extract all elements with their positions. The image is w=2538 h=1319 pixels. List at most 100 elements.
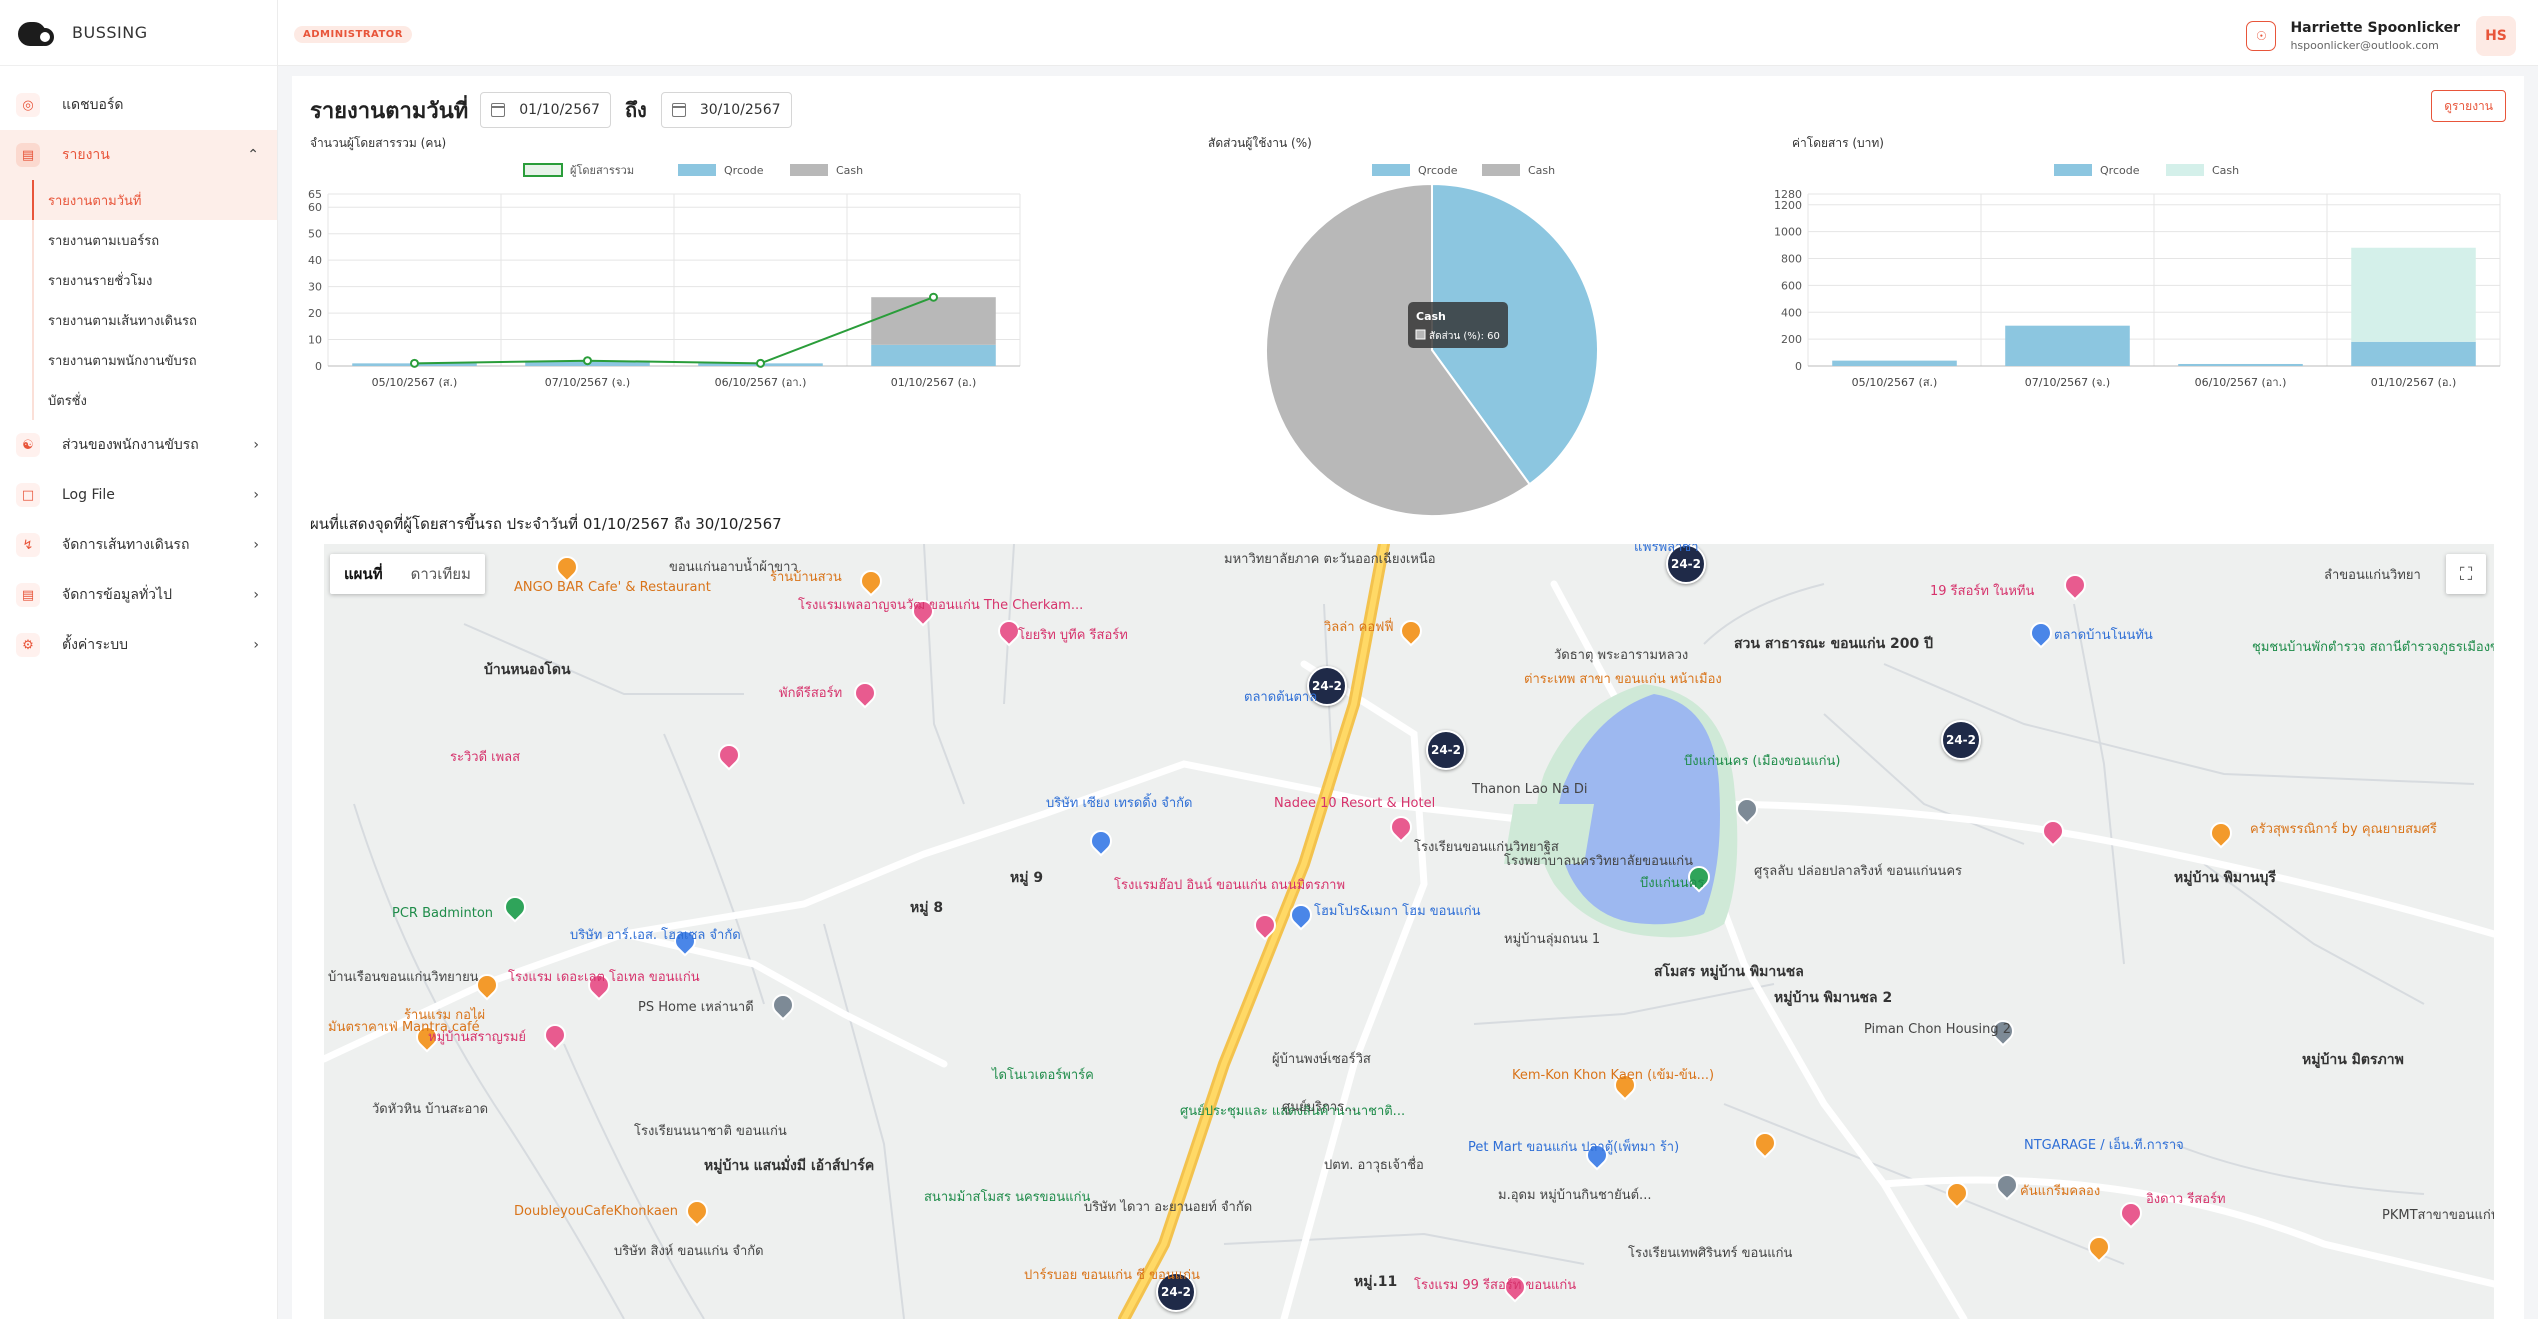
map-tab-satellite[interactable]: ดาวเทียม bbox=[397, 554, 485, 594]
map-place-label[interactable]: ต่าระเทพ สาขา ขอนแก่น หน้าเมือง bbox=[1524, 672, 1722, 688]
legend-swatch bbox=[1482, 164, 1520, 176]
map-place-label[interactable]: โรงแรมฮ๊อป อินน์ ขอนแก่น ถนนมิตรภาพ bbox=[1114, 878, 1345, 894]
user-menu[interactable]: ☉ Harriette Spoonlicker hspoonlicker@out… bbox=[2246, 16, 2516, 56]
map-place-label[interactable]: PKMTสาขาขอนแก่น (เติมน้ำมัน) bbox=[2382, 1208, 2494, 1224]
map-place-label[interactable]: หมู่.11 bbox=[1354, 1274, 1397, 1291]
map-place-label[interactable]: ศูรุลลับ ปล่อยปลาลริงห์ ขอนแก่นนคร bbox=[1754, 864, 1962, 880]
map-place-label[interactable]: โรงเรียนเทพศิรินทร์ ขอนแก่น bbox=[1628, 1246, 1792, 1262]
map-place-label[interactable]: โยยริท บูทีค รีสอร์ท bbox=[1018, 628, 1128, 644]
map-place-label[interactable]: DoubleyouCafeKhonkaen bbox=[514, 1204, 678, 1220]
map-place-label[interactable]: โฮมโปร&เมกา โฮม ขอนแก่น bbox=[1314, 904, 1481, 920]
map-place-label[interactable]: หมู่บ้าน พิมานบุรี bbox=[2174, 870, 2276, 887]
map[interactable]: แผนที่ ดาวเทียม ⛶ 24-2 24-2 24-2 24-2 24… bbox=[324, 544, 2494, 1319]
map-place-label[interactable]: Thanon Lao Na Di bbox=[1472, 782, 1587, 798]
map-place-label[interactable]: ชุมชนบ้านพักตำรวจ สถานีตำรวจภูธรเมืองขอน… bbox=[2252, 640, 2494, 656]
ratio-chart-title: สัดส่วนผู้ใช้งาน (%) bbox=[1208, 136, 1312, 150]
map-place-label[interactable]: หมู่บ้าน แสนมั่งมี เอ้าส์ปาร์ค bbox=[704, 1158, 874, 1175]
map-place-label[interactable]: ปาร์รบอย ขอนแก่น ชี ขอนแก่น bbox=[1024, 1268, 1200, 1284]
map-place-label[interactable]: Kem-Kon Khon Kaen (เข้ม-ข้น...) bbox=[1512, 1068, 1714, 1084]
sidebar-item-log-file[interactable]: □ Log File › bbox=[0, 470, 277, 520]
sidebar-item-route-management[interactable]: ↯ จัดการเส้นทางเดินรถ › bbox=[0, 520, 277, 570]
sidebar-subitem-report-by-driver[interactable]: รายงานตามพนักงานขับรถ bbox=[0, 340, 277, 380]
map-type-toggle[interactable]: แผนที่ ดาวเทียม bbox=[330, 554, 485, 594]
map-place-label[interactable]: มหาวิทยาลัยภาค ตะวันออกเฉียงเหนือ bbox=[1224, 552, 1436, 568]
map-place-label[interactable]: โรงแรม 99 รีสอร์ท ขอนแก่น bbox=[1414, 1278, 1576, 1294]
map-place-label[interactable]: ม.อุดม หมู่บ้านกินชายันต์... bbox=[1498, 1188, 1651, 1204]
map-place-label[interactable]: ลำขอนแก่นวิทยา bbox=[2324, 568, 2421, 584]
map-place-label[interactable]: ระวิวดี เพลส bbox=[450, 750, 520, 766]
map-place-label[interactable]: หมู่ 8 bbox=[910, 900, 943, 917]
map-place-label[interactable]: ตลาดบ้านโนนทัน bbox=[2054, 628, 2153, 644]
y-tick-label: 60 bbox=[308, 201, 322, 214]
map-place-label[interactable]: หมู่บ้านลุ่มถนน 1 bbox=[1504, 932, 1600, 948]
brand[interactable]: BUSSING bbox=[0, 0, 277, 66]
map-place-label[interactable]: บ้านเรือนขอนแก่นวิทยายน bbox=[328, 970, 479, 986]
sidebar-subitem-report-hourly[interactable]: รายงานรายชั่วโมง bbox=[0, 260, 277, 300]
map-place-label[interactable]: บ้านหนองโดน bbox=[484, 662, 571, 679]
sidebar-item-settings[interactable]: ⚙ ตั้งค่าระบบ › bbox=[0, 620, 277, 670]
map-place-label[interactable]: ศูนย์บริการ... bbox=[1282, 1100, 1357, 1116]
map-place-label[interactable]: 19 รีสอร์ท ในหทีน bbox=[1930, 584, 2034, 600]
map-place-label[interactable]: บริษัท สิงห์ ขอนแก่น จำกัด bbox=[614, 1244, 764, 1260]
map-place-label[interactable]: Piman Chon Housing 2 bbox=[1864, 1022, 2011, 1038]
map-place-label[interactable]: บริษัท ไดวา อะยานอยท์ จำกัด bbox=[1084, 1200, 1252, 1216]
route-icon: ↯ bbox=[16, 533, 40, 557]
map-place-label[interactable]: โรงพยาบาลนครวิทยาลัยขอนแก่น bbox=[1504, 854, 1693, 870]
map-place-label[interactable]: PS Home เหล่านาดี bbox=[638, 1000, 754, 1016]
map-place-label[interactable]: วิลล่า คอฟฟี่ bbox=[1324, 620, 1394, 636]
settings-icon[interactable]: ☉ bbox=[2246, 21, 2277, 51]
map-place-label[interactable]: ANGO BAR Cafe' & Restaurant bbox=[514, 580, 711, 596]
y-tick-label: 1000 bbox=[1774, 226, 1802, 239]
map-place-label[interactable]: สวน สาธารณะ ขอนแก่น 200 ปี bbox=[1734, 636, 1933, 653]
chevron-right-icon: › bbox=[253, 587, 259, 603]
map-place-label[interactable]: PCR Badminton bbox=[392, 906, 493, 922]
map-place-label[interactable]: ไดโนเวเตอร์พาร์ค bbox=[992, 1068, 1094, 1084]
map-tab-map[interactable]: แผนที่ bbox=[330, 554, 397, 594]
avatar[interactable]: HS bbox=[2476, 16, 2516, 56]
map-place-label[interactable]: ครัวสุพรรณิการ์ by คุณยายสมศรี bbox=[2250, 822, 2437, 838]
sidebar-item-general-data[interactable]: ▤ จัดการข้อมูลทั่วไป › bbox=[0, 570, 277, 620]
sidebar-subitem-report-by-date[interactable]: รายงานตามวันที่ bbox=[0, 180, 277, 220]
sidebar-item-dashboard[interactable]: ◎ แดชบอร์ด bbox=[0, 80, 277, 130]
map-place-label[interactable]: สนามม้าสโมสร นครขอนแก่น bbox=[924, 1190, 1090, 1206]
map-place-label[interactable]: ร้านบ้านสวน bbox=[770, 570, 842, 586]
map-place-label[interactable]: คันแกรีมคลอง bbox=[2020, 1184, 2100, 1200]
map-place-label[interactable]: โรงแรมเพลอาญจนวัฒ ขอนแก่น The Cherkam... bbox=[798, 598, 1083, 614]
map-place-label[interactable]: หมู่ 9 bbox=[1010, 870, 1043, 887]
map-place-label[interactable]: Nadee 10 Resort & Hotel bbox=[1274, 796, 1435, 812]
map-place-label[interactable]: โรงแรม เดอะเลต โอเทล ขอนแก่น bbox=[508, 970, 700, 986]
map-place-label[interactable]: บึงแก่นนคร (เมืองขอนแก่น) bbox=[1684, 754, 1840, 770]
y-tick-label: 50 bbox=[308, 228, 322, 241]
map-place-label[interactable]: อิงดาว รีสอร์ท bbox=[2146, 1192, 2226, 1208]
map-place-label[interactable]: ตลาดต้นตาล bbox=[1244, 690, 1317, 706]
sidebar-subitem-report-by-bus-number[interactable]: รายงานตามเบอร์รถ bbox=[0, 220, 277, 260]
map-place-label[interactable]: หมู่บ้านสราญรมย์ bbox=[428, 1030, 526, 1046]
bus-stop-marker[interactable]: 24-2 bbox=[1941, 720, 1981, 760]
map-place-label[interactable]: หมู่บ้าน พิมานชล 2 bbox=[1774, 990, 1892, 1007]
map-place-label[interactable]: สโมสร หมู่บ้าน พิมานชล bbox=[1654, 964, 1804, 981]
map-place-label[interactable]: วัดธาตุ พระอารามหลวง bbox=[1554, 648, 1688, 664]
date-from-picker[interactable]: 01/10/2567 bbox=[480, 92, 611, 128]
map-place-label[interactable]: NTGARAGE / เอ็น.ที.การาจ bbox=[2024, 1138, 2184, 1154]
map-place-label[interactable]: บึงแก่นนคร bbox=[1640, 876, 1704, 892]
map-place-label[interactable]: บริษัท อาร์.เอส. โฮลเซล จำกัด bbox=[570, 928, 741, 944]
map-place-label[interactable]: แฟร์พลาซ่า bbox=[1634, 544, 1699, 556]
map-place-label[interactable]: Pet Mart ขอนแก่น ปลาตู้(เพ็ทมา ร้า) bbox=[1468, 1140, 1679, 1156]
sidebar-subitem-report-by-route[interactable]: รายงานตามเส้นทางเดินรถ bbox=[0, 300, 277, 340]
map-place-label[interactable]: โรงเรียนนนาชาติ ขอนแก่น bbox=[634, 1124, 787, 1140]
map-place-label[interactable]: บริษัท เซียง เทรดดิ้ง จำกัด bbox=[1046, 796, 1192, 812]
legend-label: Cash bbox=[2212, 164, 2239, 177]
date-to-picker[interactable]: 30/10/2567 bbox=[660, 92, 792, 128]
view-report-button[interactable]: ดูรายงาน bbox=[2431, 90, 2506, 122]
fullscreen-icon[interactable]: ⛶ bbox=[2446, 554, 2486, 594]
map-place-label[interactable]: ปตท. อาวุธเจ้าชื่อ bbox=[1324, 1158, 1424, 1174]
sidebar-subitem-cards[interactable]: บัตรชั่ง bbox=[0, 380, 277, 420]
x-tick-label: 05/10/2567 (ส.) bbox=[372, 376, 458, 389]
sidebar-item-driver-section[interactable]: ☯ ส่วนของพนักงานขับรถ › bbox=[0, 420, 277, 470]
map-place-label[interactable]: พักดีรีสอร์ท bbox=[779, 686, 842, 702]
map-place-label[interactable]: หมู่บ้าน มิตรภาพ bbox=[2302, 1052, 2404, 1069]
bus-stop-marker[interactable]: 24-2 bbox=[1426, 730, 1466, 770]
map-place-label[interactable]: ผู้บ้านพงษ์เซอร์วิส bbox=[1272, 1052, 1371, 1068]
sidebar-item-reports[interactable]: ▤ รายงาน ⌃ bbox=[0, 130, 277, 180]
map-place-label[interactable]: วัดหัวหิน บ้านสะอาด bbox=[372, 1102, 488, 1118]
